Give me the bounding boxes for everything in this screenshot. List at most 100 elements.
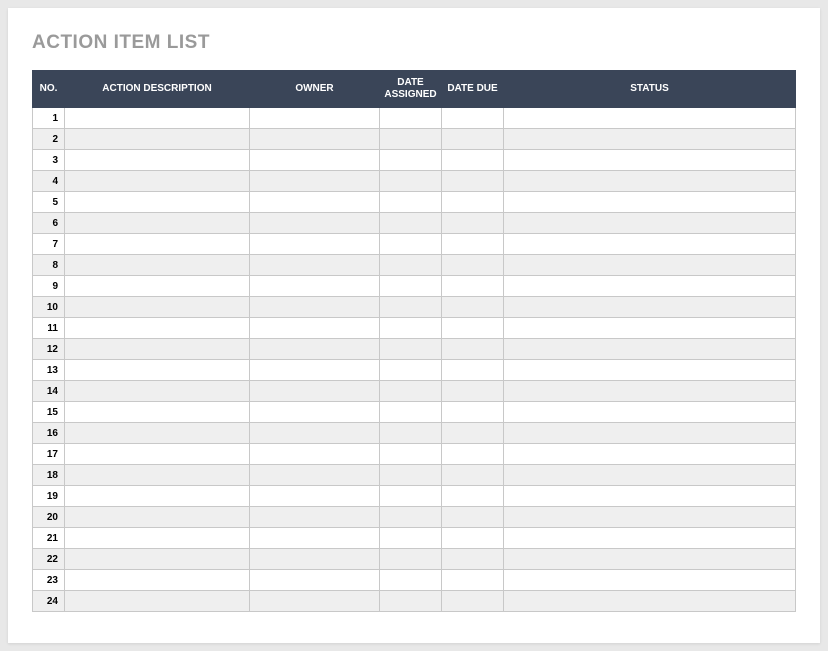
cell-date-due[interactable] (442, 549, 504, 570)
cell-description[interactable] (65, 381, 250, 402)
cell-date-assigned[interactable] (380, 528, 442, 549)
cell-description[interactable] (65, 339, 250, 360)
cell-date-assigned[interactable] (380, 402, 442, 423)
cell-description[interactable] (65, 570, 250, 591)
cell-date-assigned[interactable] (380, 465, 442, 486)
cell-owner[interactable] (250, 318, 380, 339)
cell-status[interactable] (504, 465, 796, 486)
cell-description[interactable] (65, 528, 250, 549)
cell-no[interactable]: 6 (33, 213, 65, 234)
cell-date-due[interactable] (442, 213, 504, 234)
cell-date-due[interactable] (442, 570, 504, 591)
cell-date-due[interactable] (442, 360, 504, 381)
cell-description[interactable] (65, 423, 250, 444)
cell-owner[interactable] (250, 108, 380, 129)
cell-date-assigned[interactable] (380, 486, 442, 507)
cell-description[interactable] (65, 234, 250, 255)
cell-no[interactable]: 14 (33, 381, 65, 402)
cell-date-due[interactable] (442, 297, 504, 318)
cell-status[interactable] (504, 570, 796, 591)
cell-date-due[interactable] (442, 108, 504, 129)
cell-date-due[interactable] (442, 339, 504, 360)
cell-owner[interactable] (250, 297, 380, 318)
cell-date-assigned[interactable] (380, 297, 442, 318)
cell-status[interactable] (504, 255, 796, 276)
cell-no[interactable]: 17 (33, 444, 65, 465)
cell-description[interactable] (65, 255, 250, 276)
cell-date-due[interactable] (442, 507, 504, 528)
cell-description[interactable] (65, 171, 250, 192)
cell-no[interactable]: 16 (33, 423, 65, 444)
cell-status[interactable] (504, 549, 796, 570)
cell-description[interactable] (65, 150, 250, 171)
cell-no[interactable]: 24 (33, 591, 65, 612)
cell-owner[interactable] (250, 171, 380, 192)
cell-status[interactable] (504, 108, 796, 129)
cell-description[interactable] (65, 192, 250, 213)
cell-date-assigned[interactable] (380, 381, 442, 402)
cell-status[interactable] (504, 318, 796, 339)
cell-description[interactable] (65, 108, 250, 129)
cell-no[interactable]: 10 (33, 297, 65, 318)
cell-date-due[interactable] (442, 465, 504, 486)
cell-date-due[interactable] (442, 423, 504, 444)
cell-owner[interactable] (250, 591, 380, 612)
cell-no[interactable]: 2 (33, 129, 65, 150)
cell-date-assigned[interactable] (380, 108, 442, 129)
cell-owner[interactable] (250, 402, 380, 423)
cell-description[interactable] (65, 402, 250, 423)
cell-status[interactable] (504, 507, 796, 528)
cell-date-assigned[interactable] (380, 171, 442, 192)
cell-date-due[interactable] (442, 318, 504, 339)
cell-status[interactable] (504, 423, 796, 444)
cell-status[interactable] (504, 192, 796, 213)
cell-date-due[interactable] (442, 486, 504, 507)
cell-owner[interactable] (250, 213, 380, 234)
cell-no[interactable]: 3 (33, 150, 65, 171)
cell-date-due[interactable] (442, 234, 504, 255)
cell-date-assigned[interactable] (380, 150, 442, 171)
cell-date-assigned[interactable] (380, 234, 442, 255)
cell-status[interactable] (504, 150, 796, 171)
cell-status[interactable] (504, 213, 796, 234)
cell-owner[interactable] (250, 570, 380, 591)
cell-status[interactable] (504, 402, 796, 423)
cell-date-due[interactable] (442, 444, 504, 465)
cell-date-assigned[interactable] (380, 192, 442, 213)
cell-no[interactable]: 15 (33, 402, 65, 423)
cell-date-due[interactable] (442, 276, 504, 297)
cell-owner[interactable] (250, 423, 380, 444)
cell-description[interactable] (65, 486, 250, 507)
cell-date-assigned[interactable] (380, 507, 442, 528)
cell-date-due[interactable] (442, 192, 504, 213)
cell-no[interactable]: 11 (33, 318, 65, 339)
cell-description[interactable] (65, 444, 250, 465)
cell-no[interactable]: 9 (33, 276, 65, 297)
cell-description[interactable] (65, 507, 250, 528)
cell-status[interactable] (504, 381, 796, 402)
cell-status[interactable] (504, 528, 796, 549)
cell-no[interactable]: 5 (33, 192, 65, 213)
cell-status[interactable] (504, 129, 796, 150)
cell-status[interactable] (504, 171, 796, 192)
cell-description[interactable] (65, 318, 250, 339)
cell-no[interactable]: 4 (33, 171, 65, 192)
cell-status[interactable] (504, 360, 796, 381)
cell-owner[interactable] (250, 129, 380, 150)
cell-date-assigned[interactable] (380, 570, 442, 591)
cell-date-due[interactable] (442, 528, 504, 549)
cell-no[interactable]: 1 (33, 108, 65, 129)
cell-owner[interactable] (250, 255, 380, 276)
cell-status[interactable] (504, 339, 796, 360)
cell-owner[interactable] (250, 276, 380, 297)
cell-owner[interactable] (250, 381, 380, 402)
cell-date-due[interactable] (442, 591, 504, 612)
cell-owner[interactable] (250, 150, 380, 171)
cell-description[interactable] (65, 360, 250, 381)
cell-status[interactable] (504, 591, 796, 612)
cell-description[interactable] (65, 465, 250, 486)
cell-date-assigned[interactable] (380, 339, 442, 360)
cell-description[interactable] (65, 129, 250, 150)
cell-no[interactable]: 13 (33, 360, 65, 381)
cell-no[interactable]: 7 (33, 234, 65, 255)
